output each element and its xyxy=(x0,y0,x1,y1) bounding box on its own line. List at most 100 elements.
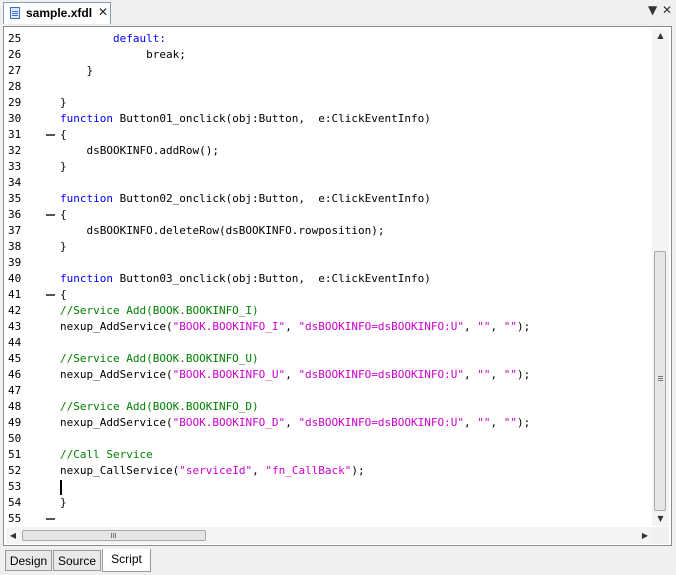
code-text: nexup_AddService("BOOK.BOOKINFO_U", "dsB… xyxy=(60,367,530,383)
code-token: ); xyxy=(517,368,531,381)
code-line[interactable]: 43 nexup_AddService("BOOK.BOOKINFO_I", "d… xyxy=(4,319,652,335)
scroll-down-icon[interactable]: ▼ xyxy=(652,512,669,526)
code-area[interactable]: 25 default: 26 break; 27 } 28 29} 30 function … xyxy=(4,31,652,526)
code-line[interactable]: 35 function Button02_onclick(obj:Button, … xyxy=(4,191,652,207)
horizontal-scroll-thumb[interactable] xyxy=(22,530,206,541)
code-line[interactable]: 42 //Service Add(BOOK.BOOKINFO_I) xyxy=(4,303,652,319)
tab-source[interactable]: Source xyxy=(53,550,101,571)
string-token: "fn_CallBack" xyxy=(265,464,352,477)
fold-marker-icon[interactable] xyxy=(46,294,55,296)
code-text: function Button02_onclick(obj:Button, e:… xyxy=(60,191,431,207)
line-number: 27 xyxy=(8,64,22,77)
vertical-scrollbar[interactable]: ▲ ▼ xyxy=(652,29,669,526)
code-line[interactable]: 44 xyxy=(4,335,652,351)
line-number: 31 xyxy=(8,128,22,141)
comment-token: //Service Add(BOOK.BOOKINFO_D) xyxy=(60,400,259,413)
line-number: 53 xyxy=(8,480,22,493)
code-line[interactable]: 47 xyxy=(4,383,652,399)
comment-token: //Call Service xyxy=(60,448,153,461)
line-number: 48 xyxy=(8,400,22,413)
scroll-left-icon[interactable]: ◀ xyxy=(6,527,20,544)
dropdown-icon[interactable]: ▼ xyxy=(648,3,657,17)
string-token: "dsBOOKINFO=dsBOOKINFO:U" xyxy=(298,320,465,333)
code-line[interactable]: 29} xyxy=(4,95,652,111)
horizontal-scrollbar[interactable]: ◀ ▶ xyxy=(6,527,652,544)
code-line[interactable]: 30 function Button01_onclick(obj:Button, … xyxy=(4,111,652,127)
line-number: 42 xyxy=(8,304,22,317)
scroll-right-icon[interactable]: ▶ xyxy=(638,527,652,544)
code-line[interactable]: 39 xyxy=(4,255,652,271)
line-number: 36 xyxy=(8,208,22,221)
code-token: , xyxy=(464,368,478,381)
code-token: ); xyxy=(517,416,531,429)
line-number: 54 xyxy=(8,496,22,509)
code-line[interactable]: 49 nexup_AddService("BOOK.BOOKINFO_D", "d… xyxy=(4,415,652,431)
code-token: , xyxy=(285,416,299,429)
keyword-token: function xyxy=(60,192,113,205)
code-token: nexup_AddService( xyxy=(60,320,173,333)
code-line[interactable]: 26 break; xyxy=(4,47,652,63)
code-line[interactable]: 40 function Button03_onclick(obj:Button, … xyxy=(4,271,652,287)
code-line[interactable]: 31 { xyxy=(4,127,652,143)
code-token: Button03_onclick(obj:Button, e:ClickEven… xyxy=(112,272,431,285)
code-token: , xyxy=(464,416,478,429)
code-line[interactable]: 37 dsBOOKINFO.deleteRow(dsBOOKINFO.rowpo… xyxy=(4,223,652,239)
string-token: "" xyxy=(503,368,518,381)
code-line[interactable]: 45 //Service Add(BOOK.BOOKINFO_U) xyxy=(4,351,652,367)
code-text: } xyxy=(60,239,67,255)
code-line[interactable]: 51 //Call Service xyxy=(4,447,652,463)
code-text: function Button01_onclick(obj:Button, e:… xyxy=(60,111,431,127)
code-line[interactable]: 48 //Service Add(BOOK.BOOKINFO_D) xyxy=(4,399,652,415)
line-number: 47 xyxy=(8,384,22,397)
string-token: "" xyxy=(503,416,518,429)
code-line[interactable]: 46 nexup_AddService("BOOK.BOOKINFO_U", "d… xyxy=(4,367,652,383)
line-number: 55 xyxy=(8,512,22,525)
code-token: nexup_CallService( xyxy=(60,464,180,477)
code-text: nexup_AddService("BOOK.BOOKINFO_I", "dsB… xyxy=(60,319,530,335)
tab-script[interactable]: Script xyxy=(102,549,151,572)
code-text: nexup_AddService("BOOK.BOOKINFO_D", "dsB… xyxy=(60,415,530,431)
code-line[interactable]: 36 { xyxy=(4,207,652,223)
line-number: 40 xyxy=(8,272,22,285)
string-token: "" xyxy=(477,416,491,429)
close-window-icon[interactable]: ✕ xyxy=(662,3,672,17)
string-token: "" xyxy=(477,368,491,381)
code-line[interactable]: 50 xyxy=(4,431,652,447)
comment-token: //Service Add(BOOK.BOOKINFO_U) xyxy=(60,352,259,365)
code-line[interactable]: 53 xyxy=(4,479,652,495)
fold-marker-icon[interactable] xyxy=(46,214,55,216)
code-line[interactable]: 27 } xyxy=(4,63,652,79)
line-number: 33 xyxy=(8,160,22,173)
code-line[interactable]: 54} xyxy=(4,495,652,511)
file-icon xyxy=(10,7,20,19)
code-text: } xyxy=(60,495,67,511)
code-token: , xyxy=(464,320,478,333)
vertical-scroll-thumb[interactable] xyxy=(654,251,666,511)
code-line[interactable]: 32 dsBOOKINFO.addRow(); xyxy=(4,143,652,159)
line-number: 52 xyxy=(8,464,22,477)
code-line[interactable]: 41 { xyxy=(4,287,652,303)
document-tab[interactable]: sample.xfdl ✕ xyxy=(3,2,111,24)
close-tab-icon[interactable]: ✕ xyxy=(98,5,108,19)
code-line[interactable]: 28 xyxy=(4,79,652,95)
script-editor[interactable]: 25 default: 26 break; 27 } 28 29} 30 function … xyxy=(3,26,672,546)
fold-marker-icon[interactable] xyxy=(46,134,55,136)
code-line[interactable]: 38} xyxy=(4,239,652,255)
code-line[interactable]: 52 nexup_CallService("serviceId", "fn_Cal… xyxy=(4,463,652,479)
code-line[interactable]: 33} xyxy=(4,159,652,175)
comment-token: //Service Add(BOOK.BOOKINFO_I) xyxy=(60,304,259,317)
code-token: ); xyxy=(517,320,531,333)
line-number: 49 xyxy=(8,416,22,429)
code-token: ); xyxy=(351,464,365,477)
code-line[interactable]: 55 xyxy=(4,511,652,527)
code-line[interactable]: 25 default: xyxy=(4,31,652,47)
line-number: 28 xyxy=(8,80,22,93)
line-number: 44 xyxy=(8,336,22,349)
line-number: 32 xyxy=(8,144,22,157)
code-token: , xyxy=(285,320,299,333)
string-token: "serviceId" xyxy=(179,464,253,477)
scroll-up-icon[interactable]: ▲ xyxy=(652,29,669,43)
tab-design[interactable]: Design xyxy=(5,550,52,571)
code-line[interactable]: 34 xyxy=(4,175,652,191)
fold-marker-icon[interactable] xyxy=(46,518,55,520)
